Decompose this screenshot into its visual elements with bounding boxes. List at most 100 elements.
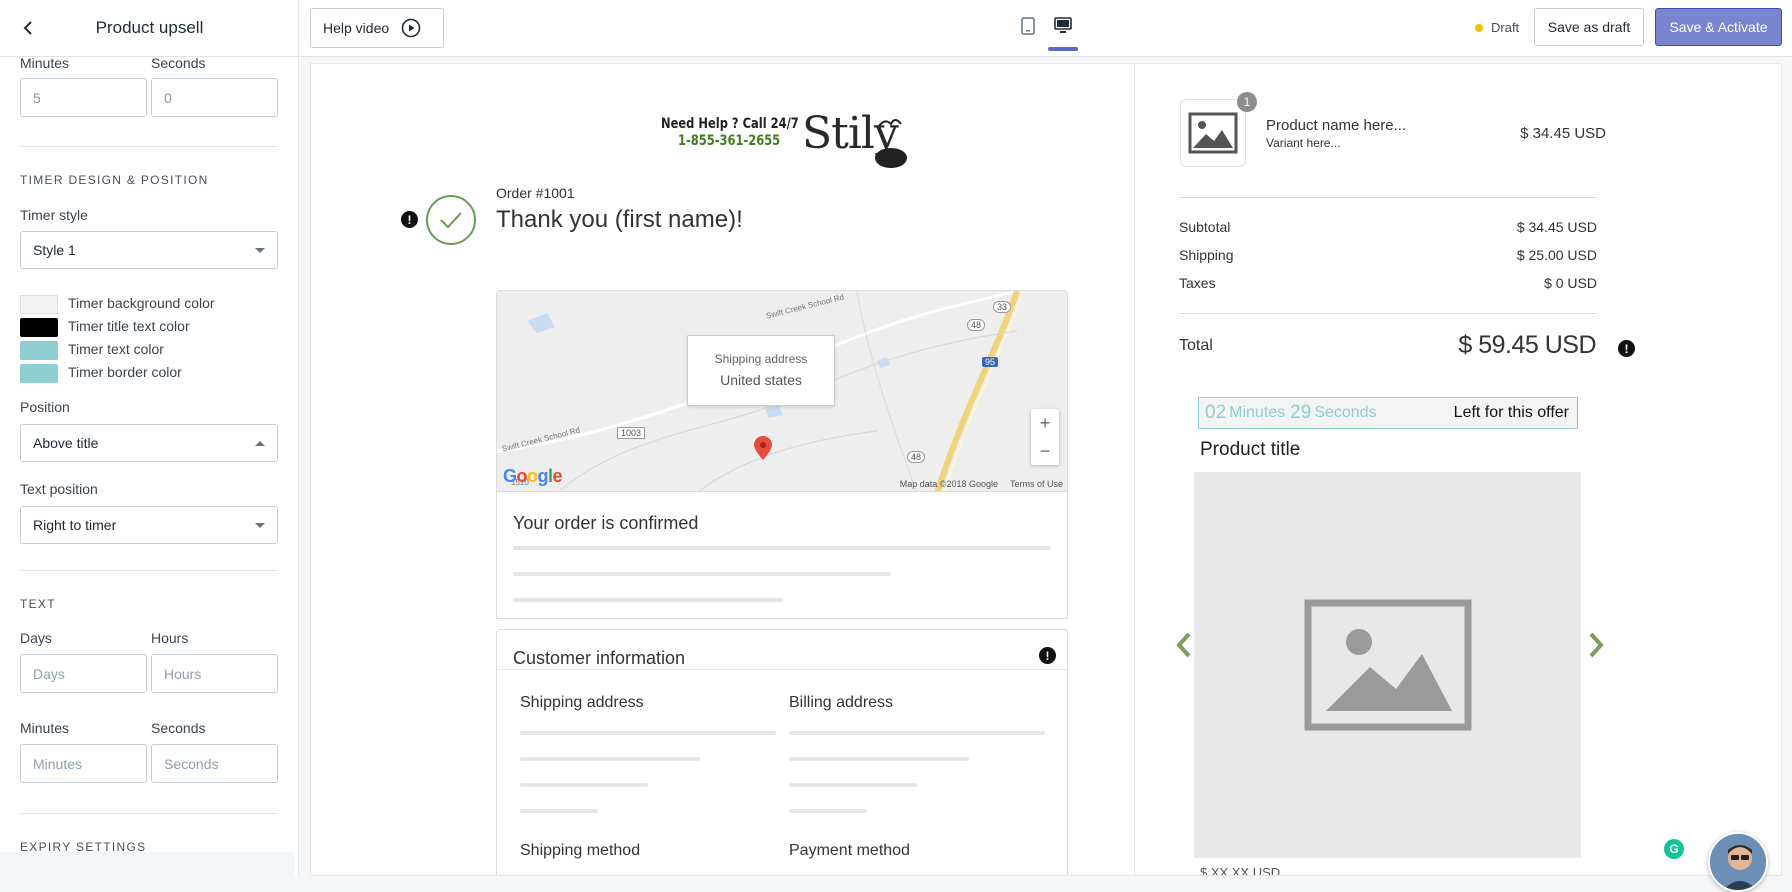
info-icon[interactable]: !: [401, 211, 418, 228]
order-confirmed-check-icon: [426, 195, 476, 245]
position-select[interactable]: Above title: [20, 424, 278, 462]
text-seconds-input[interactable]: Seconds: [151, 744, 278, 783]
info-icon[interactable]: !: [1618, 340, 1635, 357]
product-name: Product name here...: [1266, 117, 1407, 134]
map-tooltip: Shipping address United states: [687, 335, 835, 406]
subtotal-label: Subtotal: [1179, 219, 1231, 235]
next-product-arrow[interactable]: [1588, 632, 1604, 666]
timer-border-color-swatch[interactable]: [20, 364, 58, 383]
subtotal-row: Subtotal $ 34.45 USD: [1179, 219, 1597, 235]
shipping-value: $ 25.00 USD: [1516, 247, 1597, 263]
grammarly-icon[interactable]: G: [1664, 839, 1684, 859]
placeholder-line: [520, 783, 648, 787]
chevron-left-icon: [1176, 632, 1191, 658]
hours-input[interactable]: Hours: [151, 654, 278, 693]
logo-phone-text: 1-855-361-2655: [678, 133, 781, 149]
support-chat-avatar[interactable]: [1708, 832, 1768, 892]
status-text: Draft: [1491, 20, 1520, 35]
customer-information-card: Customer information ! Shipping address …: [496, 629, 1068, 875]
sidebar-footer: [0, 852, 295, 876]
divider: [20, 570, 278, 571]
zoom-in-button[interactable]: +: [1031, 409, 1059, 437]
total-label: Total: [1179, 337, 1213, 354]
timer-seconds-unit: Seconds: [1314, 404, 1377, 421]
placeholder-line: [789, 809, 867, 813]
map-tooltip-value: United states: [720, 372, 802, 388]
text-minutes-label: Minutes: [20, 720, 70, 736]
help-video-label: Help video: [323, 20, 390, 36]
timer-title-text-color-label: Timer title text color: [68, 318, 190, 334]
upsell-product-title: Product title: [1200, 439, 1301, 460]
sidebar-body: Minutes Seconds 5 0 TIMER DESIGN & POSIT…: [0, 55, 298, 876]
image-placeholder-icon: [1188, 112, 1238, 154]
placeholder-line: [520, 731, 776, 735]
chevron-up-icon: [255, 440, 265, 446]
timer-text-color-label: Timer text color: [68, 341, 164, 357]
shipping-method-heading: Shipping method: [520, 842, 641, 859]
timer-minutes-value: 02: [1205, 402, 1227, 423]
quantity-badge: 1: [1237, 92, 1257, 112]
divider: [20, 813, 278, 814]
shipping-address-heading: Shipping address: [520, 694, 644, 711]
desktop-view-toggle[interactable]: [1051, 14, 1075, 38]
chevron-down-icon: [255, 522, 265, 528]
divider: [20, 146, 278, 147]
taxes-value: $ 0 USD: [1544, 275, 1597, 291]
mobile-view-toggle[interactable]: [1016, 14, 1040, 38]
help-video-button[interactable]: Help video: [310, 8, 444, 48]
map-zoom-controls: + −: [1031, 409, 1059, 465]
taxes-label: Taxes: [1179, 275, 1216, 291]
divider: [1179, 313, 1597, 314]
product-price: $ 34.45 USD: [1520, 125, 1606, 142]
status-dot: [1475, 23, 1483, 32]
days-input[interactable]: Days: [20, 654, 147, 693]
timer-text-color-swatch[interactable]: [20, 341, 58, 360]
placeholder-line: [513, 572, 891, 576]
placeholder-line: [513, 546, 1051, 550]
timer-style-value: Style 1: [33, 242, 76, 258]
order-confirmed-card: Your order is confirmed: [496, 492, 1068, 619]
timer-seconds-value: 29: [1290, 402, 1312, 423]
position-value: Above title: [33, 435, 99, 451]
save-and-activate-button[interactable]: Save & Activate: [1655, 8, 1782, 46]
shipping-map[interactable]: Swift Creek School Rd Swift Creek School…: [496, 290, 1068, 492]
divider: [497, 669, 1067, 670]
map-terms-link[interactable]: Terms of Use: [1010, 479, 1063, 489]
timer-background-color-swatch[interactable]: [20, 295, 58, 314]
logo-help-text: Need Help ? Call 24/7: [661, 116, 799, 132]
top-bar: Help video Draft Save as draft Save & Ac…: [300, 0, 1792, 57]
expiry-seconds-input[interactable]: 0: [151, 78, 278, 117]
days-label: Days: [20, 630, 52, 646]
store-logo: Need Help ? Call 24/7 1-855-361-2655 Sti…: [661, 104, 921, 174]
product-thumbnail: [1180, 99, 1246, 167]
shipping-label: Shipping: [1179, 247, 1234, 263]
timer-title-text-color-swatch[interactable]: [20, 318, 58, 337]
save-as-draft-button[interactable]: Save as draft: [1534, 8, 1644, 46]
upsell-product-price: $ XX.XX USD: [1200, 865, 1281, 876]
mobile-icon: [1021, 17, 1035, 35]
sidebar-header: Product upsell: [0, 0, 298, 57]
placeholder-line: [513, 598, 783, 602]
previous-product-arrow[interactable]: [1176, 632, 1192, 666]
zoom-out-button[interactable]: −: [1031, 437, 1059, 465]
settings-sidebar: Product upsell Minutes Seconds 5 0 TIMER…: [0, 0, 299, 876]
timer-background-color-label: Timer background color: [68, 295, 215, 311]
desktop-icon: [1054, 17, 1072, 33]
sidebar-title: Product upsell: [95, 18, 204, 37]
placeholder-line: [789, 783, 917, 787]
timer-style-select[interactable]: Style 1: [20, 231, 278, 269]
billing-address-heading: Billing address: [789, 694, 894, 711]
timer-style-label: Timer style: [20, 207, 88, 223]
text-position-select[interactable]: Right to timer: [20, 506, 278, 544]
expiry-minutes-input[interactable]: 5: [20, 78, 147, 117]
preview-canvas: Need Help ? Call 24/7 1-855-361-2655 Sti…: [310, 63, 1782, 876]
google-logo: Google: [503, 466, 563, 486]
text-minutes-input[interactable]: Minutes: [20, 744, 147, 783]
map-route-label: 48: [967, 319, 986, 331]
map-pin-icon[interactable]: [753, 435, 773, 461]
map-attribution: Map data ©2018 Google Terms of Use: [900, 479, 1063, 489]
info-icon[interactable]: !: [1039, 647, 1056, 664]
timer-minutes-unit: Minutes: [1229, 404, 1286, 421]
timer-message: Left for this offer: [1453, 404, 1569, 421]
customer-information-title: Customer information: [513, 648, 686, 668]
